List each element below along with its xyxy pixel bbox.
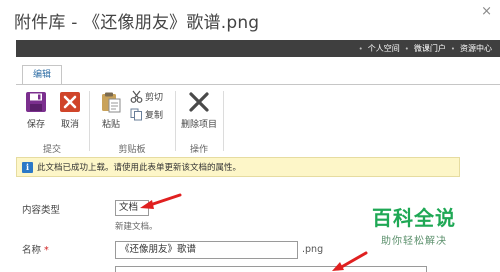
file-extension: .png: [302, 244, 324, 255]
save-button[interactable]: 保存: [22, 85, 50, 130]
link-personal-space[interactable]: 个人空间: [368, 43, 400, 54]
link-separator: •: [450, 44, 455, 53]
cut-button[interactable]: 剪切: [130, 90, 163, 103]
next-field-input[interactable]: [115, 266, 427, 272]
save-label: 保存: [26, 120, 45, 130]
group-label-actions: 操作: [189, 145, 208, 155]
copy-button[interactable]: 复制: [130, 108, 163, 121]
suite-links: • 个人空间 • 微课门户 • 资源中心: [354, 40, 492, 57]
upload-success-notice: i 此文档已成功上载。请使用此表单更新该文档的属性。: [16, 157, 460, 177]
red-arrow-icon: [140, 193, 182, 209]
window-title-bar: 附件库 - 《还像朋友》歌谱.png ×: [0, 0, 500, 38]
copy-icon: [130, 108, 142, 121]
group-label-commit: 提交: [42, 145, 61, 155]
watermark-sub: 助你轻松解决: [381, 236, 447, 247]
cancel-button[interactable]: 取消: [56, 85, 84, 130]
group-clipboard: 粘贴 剪切 复制 剪贴板: [90, 85, 174, 157]
tab-edit[interactable]: 编辑: [22, 65, 62, 85]
close-icon[interactable]: ×: [481, 4, 492, 19]
suite-bar: • 个人空间 • 微课门户 • 资源中心: [16, 40, 500, 57]
paste-label: 粘贴: [101, 120, 120, 130]
notice-text: 此文档已成功上载。请使用此表单更新该文档的属性。: [37, 163, 242, 173]
content-type-help: 新建文档。: [115, 222, 158, 232]
delete-item-button[interactable]: 删除项目: [176, 85, 222, 130]
ribbon: 保存 取消 提交 粘贴 剪切 复制 剪贴板 删除项目 操作: [16, 85, 500, 157]
link-separator: •: [404, 44, 409, 53]
watermark-main: 百科全说: [372, 206, 456, 230]
paste-button[interactable]: 粘贴: [96, 85, 126, 130]
link-microcourse-portal[interactable]: 微课门户: [414, 43, 446, 54]
link-resource-center[interactable]: 资源中心: [460, 43, 492, 54]
delete-item-label: 删除项目: [180, 120, 217, 130]
group-actions: 删除项目 操作: [176, 85, 222, 157]
scissors-icon: [130, 90, 143, 103]
ribbon-tabs: 编辑: [16, 62, 500, 85]
group-commit: 保存 取消 提交: [16, 85, 88, 157]
link-separator: •: [358, 44, 363, 53]
watermark: 百科全说 助你轻松解决: [366, 202, 462, 247]
cut-label: 剪切: [145, 93, 164, 103]
name-input[interactable]: 《还像朋友》歌谱: [115, 241, 298, 259]
info-icon: i: [22, 161, 33, 173]
red-arrow-icon: [332, 251, 368, 271]
copy-label: 复制: [145, 111, 164, 121]
content-type-label: 内容类型: [22, 205, 61, 216]
window-title: 附件库 - 《还像朋友》歌谱.png: [14, 13, 260, 33]
required-mark: *: [44, 245, 49, 256]
cancel-icon: [60, 92, 80, 112]
group-divider: [223, 91, 224, 151]
group-label-clipboard: 剪贴板: [118, 145, 146, 155]
save-icon: [26, 92, 46, 112]
cancel-label: 取消: [60, 120, 79, 130]
name-label-text: 名称: [22, 245, 42, 256]
name-label: 名称 *: [22, 242, 49, 256]
delete-icon: [189, 92, 209, 112]
paste-icon: [102, 92, 121, 113]
